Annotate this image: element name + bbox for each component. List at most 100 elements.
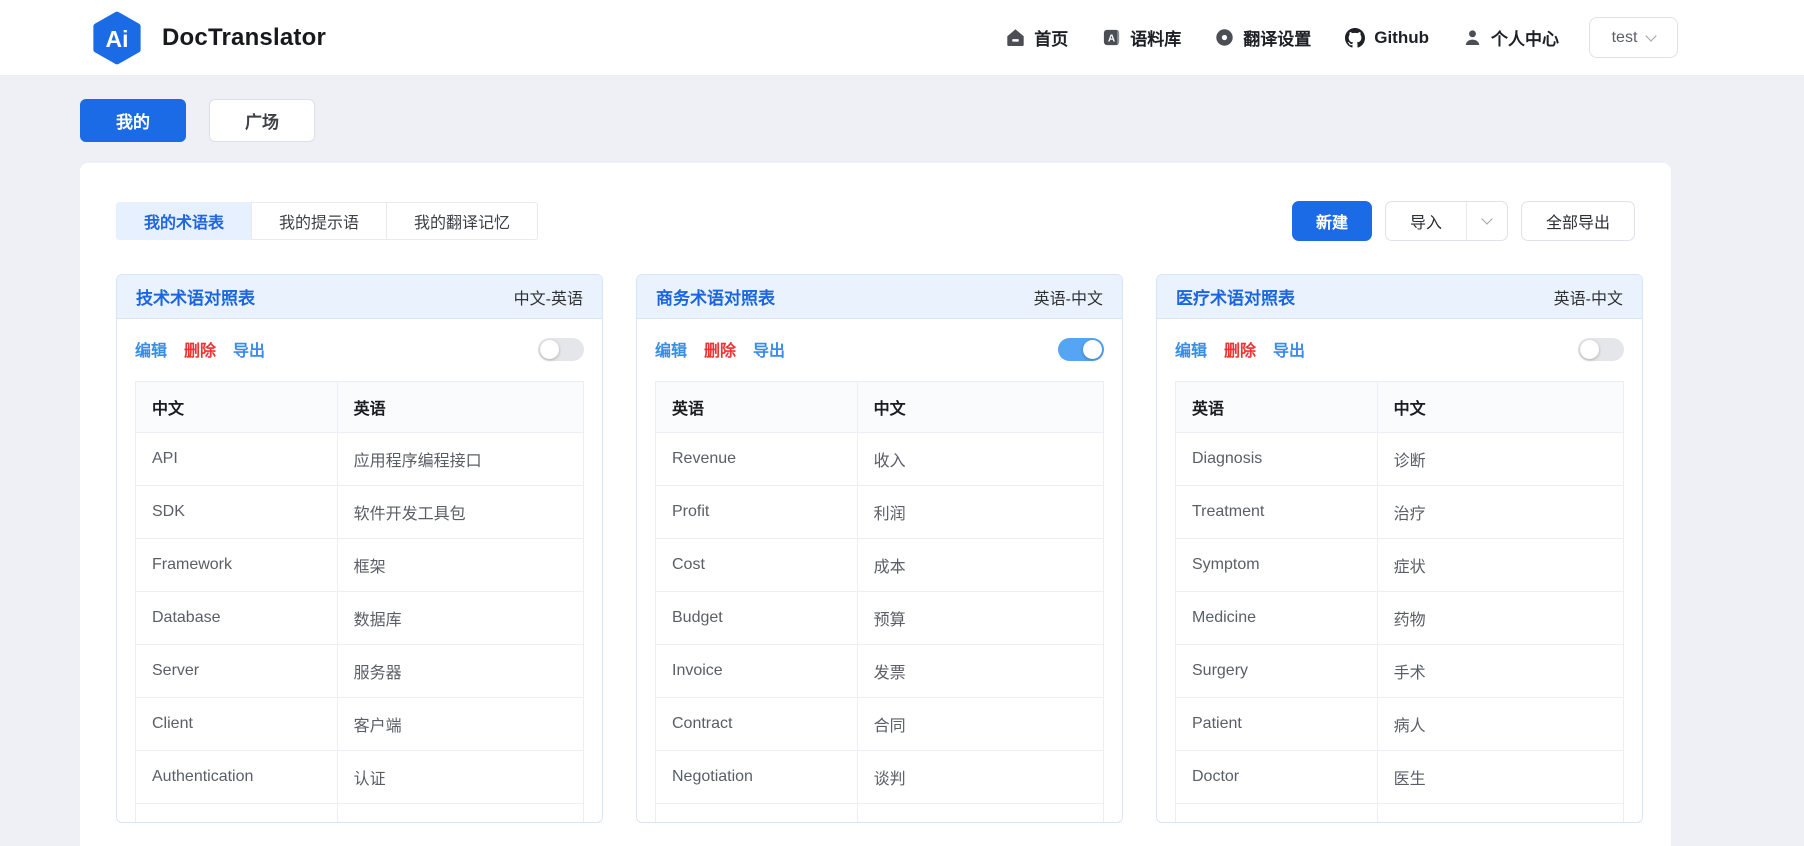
panel-header: 我的术语表 我的提示语 我的翻译记忆 新建 导入 全部导出 bbox=[116, 201, 1635, 241]
term-cell: Server bbox=[135, 644, 338, 698]
term-cell: Invoice bbox=[655, 644, 858, 698]
tab-my-glossaries[interactable]: 我的术语表 bbox=[116, 202, 253, 240]
content-panel: 我的术语表 我的提示语 我的翻译记忆 新建 导入 全部导出 技术术语对照表 中文-英语… bbox=[80, 163, 1671, 846]
table-row: Medicine 药物 bbox=[1175, 591, 1625, 645]
table-row: Server 服务器 bbox=[135, 644, 585, 698]
home-icon bbox=[1006, 28, 1025, 47]
enable-toggle[interactable] bbox=[538, 337, 584, 361]
term-cell: 软件开发工具包 bbox=[336, 485, 585, 539]
term-cell: Negotiation bbox=[655, 750, 858, 804]
nav-item-home[interactable]: 首页 bbox=[1006, 25, 1068, 50]
nav-item-label: 翻译设置 bbox=[1243, 30, 1312, 49]
nav-item-translate-settings[interactable]: 翻译设置 bbox=[1215, 25, 1311, 50]
tab-my-prompts[interactable]: 我的提示语 bbox=[251, 202, 388, 240]
import-dropdown-toggle[interactable] bbox=[1467, 202, 1507, 240]
tab-plaza[interactable]: 广场 bbox=[209, 99, 315, 142]
translate-settings-icon bbox=[1215, 28, 1234, 47]
view-switch: 我的 广场 bbox=[80, 99, 1804, 142]
table-row: Revenue 收入 bbox=[655, 432, 1105, 486]
glossary-lang-pair: 英语-中文 bbox=[1033, 290, 1103, 308]
delete-link[interactable]: 删除 bbox=[184, 337, 216, 361]
delete-link[interactable]: 删除 bbox=[704, 337, 736, 361]
chevron-down-icon bbox=[1481, 213, 1493, 225]
term-cell: API bbox=[135, 432, 338, 486]
term-cell: Symptom bbox=[1175, 538, 1378, 592]
column-header: 中文 bbox=[856, 381, 1105, 433]
toggle-knob bbox=[1083, 339, 1102, 359]
app-logo-icon: Ai bbox=[93, 11, 141, 64]
nav-item-github[interactable]: Github bbox=[1345, 27, 1429, 48]
term-cell: 合作伙伴 bbox=[856, 803, 1105, 822]
table-row: Patient 病人 bbox=[1175, 697, 1625, 751]
term-cell: Client bbox=[135, 697, 338, 751]
glossary-card-header: 医疗术语对照表 英语-中文 bbox=[1157, 275, 1642, 319]
term-cell: 收入 bbox=[856, 432, 1105, 486]
table-row: Database 数据库 bbox=[135, 591, 585, 645]
column-header: 英语 bbox=[336, 381, 585, 433]
term-cell: Profit bbox=[655, 485, 858, 539]
term-cell: 认证 bbox=[336, 750, 585, 804]
table-row: Framework 框架 bbox=[135, 538, 585, 592]
brand[interactable]: Ai DocTranslator bbox=[90, 10, 326, 66]
nav-item-label: 语料库 bbox=[1130, 30, 1182, 49]
export-all-button[interactable]: 全部导出 bbox=[1520, 201, 1635, 241]
toggle-knob bbox=[1580, 339, 1599, 359]
navbar: Ai DocTranslator 首页 A 语料库 翻译设置 Github 个人中心 te… bbox=[0, 0, 1804, 76]
table-row: Budget 预算 bbox=[655, 591, 1105, 645]
export-link[interactable]: 导出 bbox=[753, 337, 785, 361]
term-cell: 客户端 bbox=[336, 697, 585, 751]
tab-mine[interactable]: 我的 bbox=[80, 99, 186, 142]
tab-my-translation-memory[interactable]: 我的翻译记忆 bbox=[386, 202, 539, 240]
term-cell: Treatment bbox=[1175, 485, 1378, 539]
chevron-down-icon bbox=[1645, 29, 1658, 42]
term-cell: 病人 bbox=[1376, 697, 1625, 751]
edit-link[interactable]: 编辑 bbox=[135, 337, 167, 361]
export-link[interactable]: 导出 bbox=[233, 337, 265, 361]
glossary-card-body: 编辑 删除 导出 英语 中文 Revenue 收入 Profit 利润 Cost 成本 Budget 预… bbox=[637, 319, 1122, 822]
table-row: Authentication 认证 bbox=[135, 750, 585, 804]
import-button[interactable]: 导入 bbox=[1384, 201, 1508, 241]
glossary-actions: 编辑 删除 导出 bbox=[655, 337, 1104, 361]
import-button-label[interactable]: 导入 bbox=[1386, 202, 1466, 240]
term-cell: Partnership bbox=[655, 803, 858, 822]
term-cell: 利润 bbox=[856, 485, 1105, 539]
nav-item-corpus[interactable]: A 语料库 bbox=[1102, 25, 1181, 50]
term-cell: 手术 bbox=[1376, 644, 1625, 698]
enable-toggle[interactable] bbox=[1058, 337, 1104, 361]
edit-link[interactable]: 编辑 bbox=[1175, 337, 1207, 361]
edit-link[interactable]: 编辑 bbox=[655, 337, 687, 361]
table-row: API 应用程序编程接口 bbox=[135, 432, 585, 486]
panel-tabs: 我的术语表 我的提示语 我的翻译记忆 bbox=[116, 202, 539, 240]
term-cell: Nurse bbox=[1175, 803, 1378, 822]
glossary-title: 医疗术语对照表 bbox=[1176, 289, 1295, 308]
table-row: Doctor 医生 bbox=[1175, 750, 1625, 804]
table-row: Client 客户端 bbox=[135, 697, 585, 751]
table-row: Diagnosis 诊断 bbox=[1175, 432, 1625, 486]
export-link[interactable]: 导出 bbox=[1273, 337, 1305, 361]
glossary-table: 中文 英语 API 应用程序编程接口 SDK 软件开发工具包 Framework 框架 Data… bbox=[135, 381, 585, 822]
column-header: 中文 bbox=[1376, 381, 1625, 433]
table-row: Profit 利润 bbox=[655, 485, 1105, 539]
glossary-card-header: 技术术语对照表 中文-英语 bbox=[117, 275, 602, 319]
table-row: Treatment 治疗 bbox=[1175, 485, 1625, 539]
term-cell: Budget bbox=[655, 591, 858, 645]
term-cell: Medicine bbox=[1175, 591, 1378, 645]
term-cell: Doctor bbox=[1175, 750, 1378, 804]
nav-item-label: Github bbox=[1374, 27, 1429, 47]
column-header: 英语 bbox=[655, 381, 858, 433]
glossary-title: 商务术语对照表 bbox=[656, 289, 775, 308]
glossary-actions: 编辑 删除 导出 bbox=[1175, 337, 1624, 361]
glossary-actions: 编辑 删除 导出 bbox=[135, 337, 584, 361]
user-dropdown[interactable]: test bbox=[1589, 17, 1678, 58]
svg-text:A: A bbox=[1108, 33, 1116, 44]
table-row: Invoice 发票 bbox=[655, 644, 1105, 698]
term-cell: Cost bbox=[655, 538, 858, 592]
enable-toggle[interactable] bbox=[1578, 337, 1624, 361]
delete-link[interactable]: 删除 bbox=[1224, 337, 1256, 361]
term-cell: 框架 bbox=[336, 538, 585, 592]
nav-item-user[interactable]: 个人中心 bbox=[1463, 25, 1559, 50]
term-cell: 谈判 bbox=[856, 750, 1105, 804]
new-button[interactable]: 新建 bbox=[1291, 201, 1372, 241]
glossary-card-header: 商务术语对照表 英语-中文 bbox=[637, 275, 1122, 319]
term-cell: 发票 bbox=[856, 644, 1105, 698]
